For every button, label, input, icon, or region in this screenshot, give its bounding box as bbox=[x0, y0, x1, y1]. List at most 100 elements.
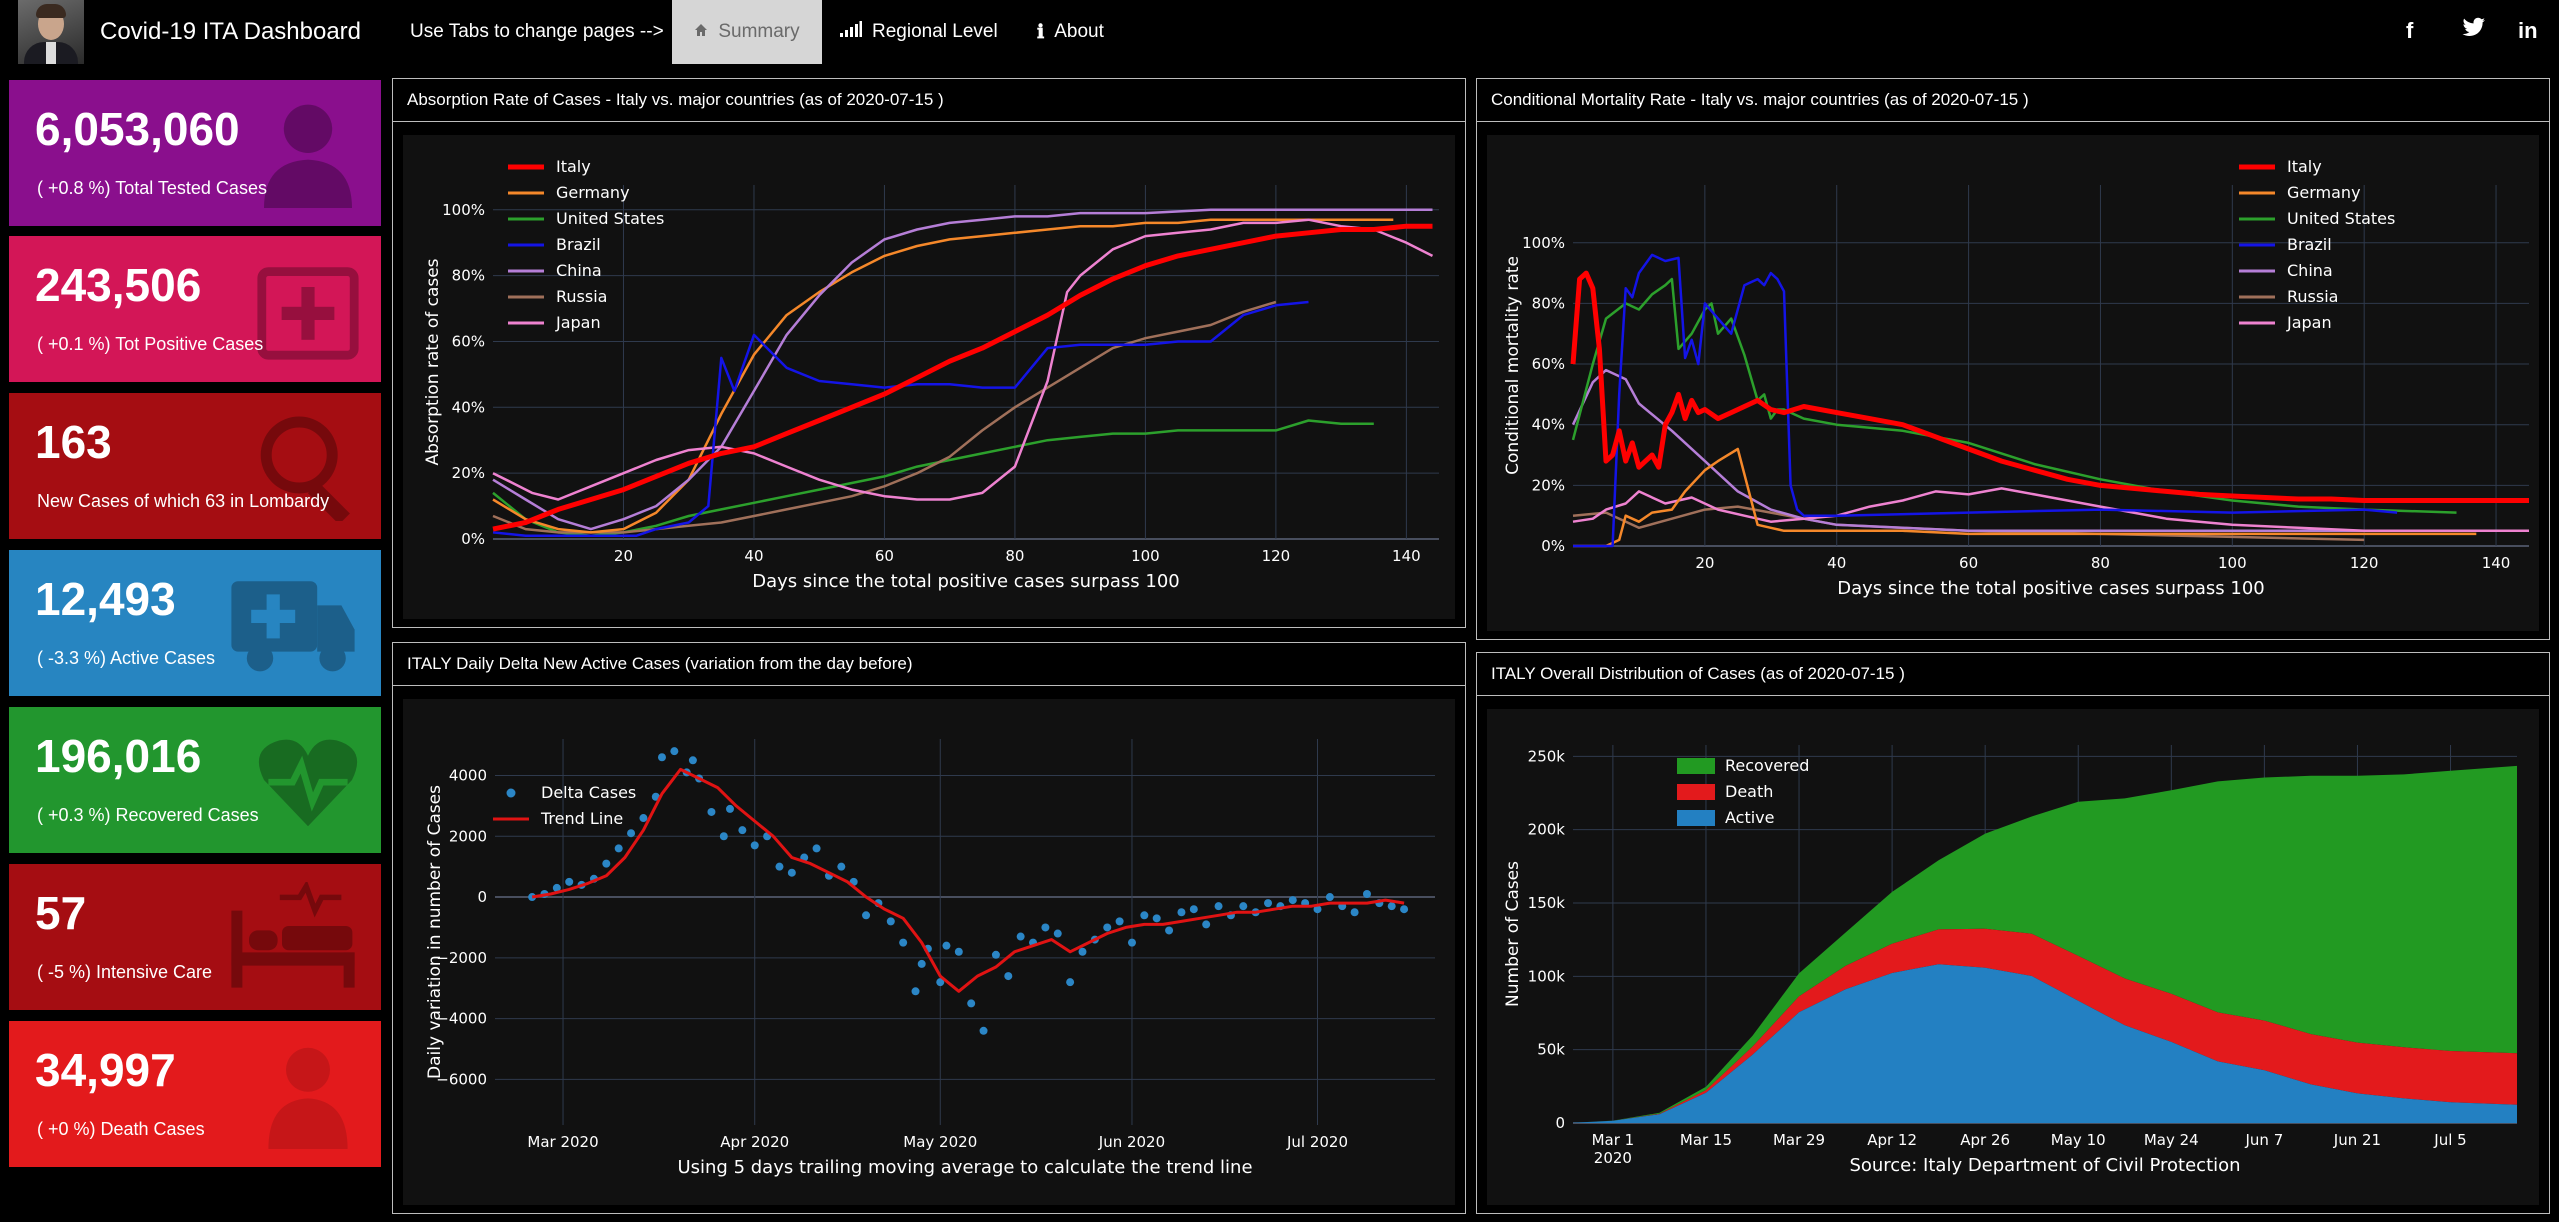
delta-point bbox=[775, 862, 784, 871]
person-icon bbox=[268, 1047, 348, 1149]
x-tick-label: 140 bbox=[2482, 554, 2511, 572]
stat-value: 34,997 bbox=[35, 1044, 176, 1096]
tab-label: Summary bbox=[718, 21, 800, 42]
delta-point bbox=[942, 941, 951, 950]
series-brazil bbox=[492, 300, 1309, 537]
heartbeat-icon bbox=[258, 739, 358, 827]
x-tick-label: 20 bbox=[614, 547, 633, 565]
home-icon bbox=[694, 21, 708, 43]
x-tick-label: 40 bbox=[744, 547, 763, 565]
delta-point bbox=[899, 938, 908, 947]
x-tick-label: May 24 bbox=[2144, 1131, 2199, 1149]
delta-point bbox=[657, 753, 666, 762]
y-tick-label: 150k bbox=[1528, 894, 1566, 912]
delta-point bbox=[837, 862, 846, 871]
y-tick-label: 0 bbox=[477, 888, 487, 906]
panel-title: ITALY Overall Distribution of Cases (as … bbox=[1477, 653, 2549, 696]
delta-point bbox=[812, 844, 821, 853]
delta-point bbox=[1202, 920, 1211, 929]
distribution-chart[interactable]: 0 50k 100k 150k 200k 250k Mar 1 2020 Mar 15 Mar 2… bbox=[1487, 709, 2539, 1205]
y-tick-label: 0 bbox=[1555, 1114, 1565, 1132]
stat-label: ( +0.3 %) Recovered Cases bbox=[37, 805, 259, 825]
y-tick-label: 0% bbox=[461, 530, 485, 548]
delta-point bbox=[1350, 908, 1359, 917]
distribution-panel: ITALY Overall Distribution of Cases (as … bbox=[1476, 652, 2550, 1214]
delta-point bbox=[602, 859, 611, 868]
series-italy bbox=[492, 223, 1433, 532]
x-tick-label: Jun 21 bbox=[2333, 1131, 2381, 1149]
legend-label: Active bbox=[1725, 808, 1775, 827]
delta-point bbox=[1016, 932, 1025, 941]
y-tick-label: 80% bbox=[452, 267, 485, 285]
x-tick-label: 120 bbox=[2350, 554, 2379, 572]
twitter-icon[interactable] bbox=[2462, 16, 2486, 44]
x-tick-label: May 10 bbox=[2051, 1131, 2106, 1149]
delta-point bbox=[886, 917, 895, 926]
y-tick-label: 20% bbox=[452, 464, 485, 482]
legend-label: China bbox=[556, 261, 602, 280]
stat-card: 6,053,060 ( +0.8 %) Total Tested Cases bbox=[9, 80, 381, 226]
x-tick-label: Mar 15 bbox=[1680, 1131, 1732, 1149]
series-brazil bbox=[1573, 253, 2398, 548]
delta-chart[interactable]: −6000 −4000 −2000 0 2000 4000 Mar 2020 Apr 2020… bbox=[403, 699, 1455, 1205]
tab-regional-level[interactable]: Regional Level bbox=[840, 0, 998, 64]
tab-about[interactable]: ℹ About bbox=[1037, 0, 1104, 64]
tab-summary[interactable]: Summary bbox=[672, 0, 822, 64]
delta-point bbox=[991, 950, 1000, 959]
stat-label: ( -3.3 %) Active Cases bbox=[37, 648, 216, 668]
facebook-icon[interactable]: f bbox=[2406, 18, 2413, 44]
y-tick-label: 60% bbox=[452, 332, 485, 350]
series-china bbox=[492, 208, 1433, 531]
delta-point bbox=[787, 868, 796, 877]
x-tick-label: 100 bbox=[2218, 554, 2247, 572]
delta-point bbox=[1152, 914, 1161, 923]
delta-point bbox=[1264, 899, 1273, 908]
delta-point bbox=[738, 826, 747, 835]
stat-label: ( +0.8 %) Total Tested Cases bbox=[37, 178, 267, 198]
legend-label: Italy bbox=[556, 157, 591, 176]
legend-label: Russia bbox=[556, 287, 607, 306]
stat-label: ( +0.1 %) Tot Positive Cases bbox=[37, 334, 264, 354]
y-tick-label: 2000 bbox=[449, 827, 487, 845]
delta-point bbox=[1041, 923, 1050, 932]
x-axis-label: Days since the total positive cases surp… bbox=[1837, 578, 2265, 599]
delta-point bbox=[979, 1026, 988, 1035]
delta-point bbox=[862, 911, 871, 920]
medical-kit-icon bbox=[257, 267, 359, 360]
delta-point bbox=[1325, 893, 1334, 902]
legend-swatch bbox=[1677, 810, 1715, 826]
x-tick-label: May 2020 bbox=[903, 1133, 977, 1151]
stat-label: ( +0 %) Death Cases bbox=[37, 1119, 205, 1139]
y-tick-label: 20% bbox=[1532, 476, 1565, 494]
x-tick-label: 100 bbox=[1131, 547, 1160, 565]
y-tick-label: 200k bbox=[1528, 821, 1566, 839]
x-tick-label: 120 bbox=[1262, 547, 1291, 565]
delta-point bbox=[1165, 926, 1174, 935]
stat-card: 34,997 ( +0 %) Death Cases bbox=[9, 1021, 381, 1167]
legend-label: Trend Line bbox=[540, 809, 623, 828]
x-tick-label: Jun 2020 bbox=[1098, 1133, 1165, 1151]
x-tick-label: 20 bbox=[1695, 554, 1714, 572]
x-tick-label: 2020 bbox=[1594, 1149, 1632, 1167]
stat-card: 57 ( -5 %) Intensive Care bbox=[9, 864, 381, 1010]
info-icon: ℹ bbox=[1037, 21, 1045, 43]
mortality-chart[interactable]: 0% 20% 40% 60% 80% 100% 20 40 60 80 100 120 140 Days … bbox=[1487, 135, 2539, 631]
y-tick-label: 100% bbox=[442, 201, 485, 219]
linkedin-icon[interactable]: in bbox=[2518, 18, 2538, 44]
legend-label: United States bbox=[2287, 209, 2395, 228]
y-tick-label: 250k bbox=[1528, 747, 1566, 765]
delta-point bbox=[750, 841, 759, 850]
delta-point bbox=[1140, 911, 1149, 920]
absorption-chart[interactable]: 0% 20% 40% 60% 80% 100% 20 40 60 80 100 120 140 Days … bbox=[403, 135, 1455, 619]
delta-point bbox=[917, 959, 926, 968]
delta-point bbox=[954, 947, 963, 956]
legend-swatch bbox=[506, 788, 516, 798]
stat-card: 12,493 ( -3.3 %) Active Cases bbox=[9, 550, 381, 696]
delta-point bbox=[1053, 929, 1062, 938]
x-tick-label: Jul 2020 bbox=[1286, 1133, 1348, 1151]
legend-label: Delta Cases bbox=[541, 783, 636, 802]
stat-value: 12,493 bbox=[35, 573, 176, 625]
delta-point bbox=[1177, 908, 1186, 917]
legend-label: United States bbox=[556, 209, 664, 228]
panel-title: Conditional Mortality Rate - Italy vs. m… bbox=[1477, 79, 2549, 122]
